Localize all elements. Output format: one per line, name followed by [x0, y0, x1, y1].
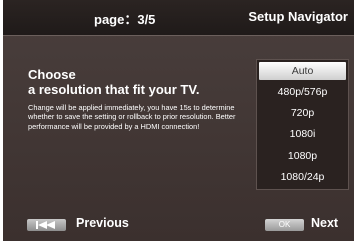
resolution-option-480p-576p[interactable]: 480p/576p — [257, 83, 348, 101]
page-indicator: page：3/5 — [94, 12, 156, 27]
instruction-description: Change will be applied immediately, you … — [28, 103, 236, 131]
resolution-option-1080p[interactable]: 1080p — [257, 147, 348, 165]
heading-line-1: Choose — [28, 67, 76, 82]
instruction-heading: Choose a resolution that fit your TV. — [28, 67, 253, 97]
resolution-list[interactable]: Auto 480p/576p 720p 1080i 1080p 1080/24p — [256, 59, 349, 190]
window-frame: page：3/5 Setup Navigator Choose a resolu… — [0, 0, 357, 241]
skip-back-icon — [36, 221, 55, 229]
previous-label[interactable]: Previous — [76, 216, 129, 230]
next-label[interactable]: Next — [311, 216, 338, 230]
previous-button[interactable] — [27, 219, 66, 231]
setup-screen: page：3/5 Setup Navigator Choose a resolu… — [3, 0, 354, 241]
resolution-option-1080-24p[interactable]: 1080/24p — [257, 168, 348, 186]
resolution-option-auto[interactable]: Auto — [259, 62, 346, 80]
header-bar: page：3/5 Setup Navigator — [3, 0, 354, 36]
resolution-option-720p[interactable]: 720p — [257, 104, 348, 122]
heading-line-2: a resolution that fit your TV. — [28, 82, 200, 97]
page-title: Setup Navigator — [248, 9, 348, 24]
ok-button[interactable]: OK — [265, 219, 304, 231]
resolution-option-1080i[interactable]: 1080i — [257, 125, 348, 143]
